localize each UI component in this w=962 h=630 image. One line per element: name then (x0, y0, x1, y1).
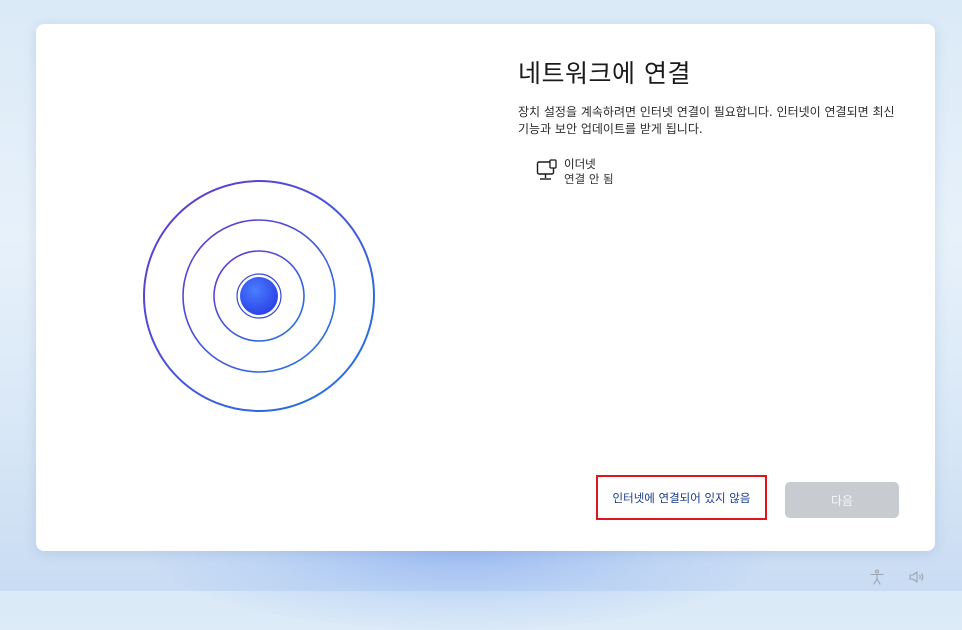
center-dot (240, 277, 278, 315)
page-title: 네트워크에 연결 (518, 59, 691, 88)
oobe-card: 네트워크에 연결 장치 설정을 계속하려면 인터넷 연결이 필요합니다. 인터넷… (36, 24, 935, 551)
ethernet-icon (536, 159, 557, 180)
network-item-ethernet[interactable]: 이더넷 연결 안 됨 (536, 157, 614, 187)
network-search-animation (143, 180, 375, 412)
no-internet-link[interactable]: 인터넷에 연결되어 있지 않음 (596, 475, 767, 520)
volume-icon[interactable] (908, 569, 926, 585)
network-status: 연결 안 됨 (564, 172, 614, 186)
accessibility-icon[interactable] (869, 569, 885, 585)
page-description: 장치 설정을 계속하려면 인터넷 연결이 필요합니다. 인터넷이 연결되면 최신… (518, 105, 895, 136)
next-button[interactable]: 다음 (785, 482, 899, 518)
network-name: 이더넷 (564, 157, 596, 171)
